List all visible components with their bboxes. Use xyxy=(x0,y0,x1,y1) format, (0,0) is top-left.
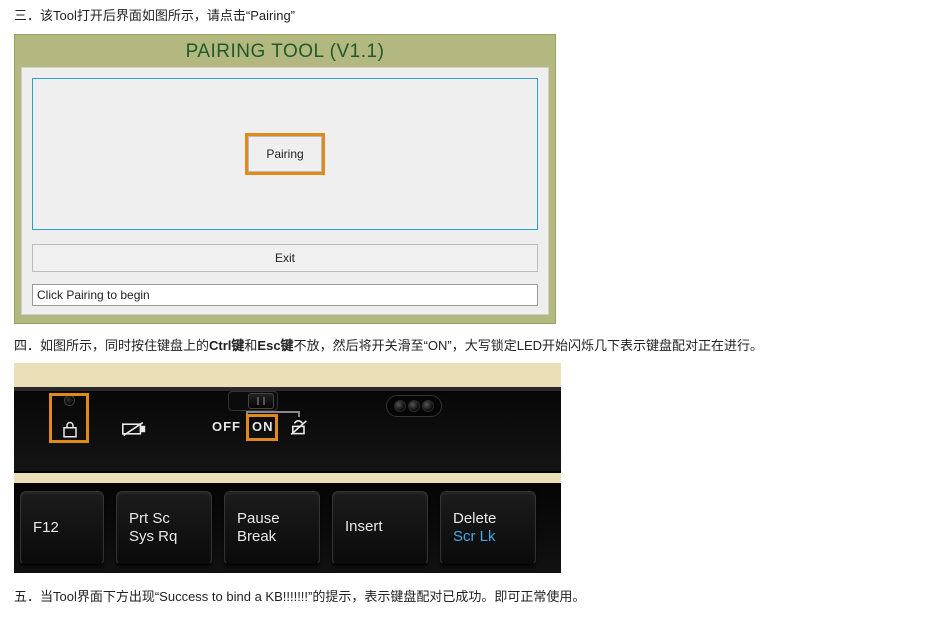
sensor-dots xyxy=(386,395,442,417)
exit-button[interactable]: Exit xyxy=(32,244,538,272)
keyboard-key-row: F12 Prt Sc Sys Rq Pause Break Insert Del… xyxy=(14,483,561,573)
keyboard-photo: OFF ON F12 Prt Sc Sys Rq Pause xyxy=(14,363,561,573)
status-text: Click Pairing to begin xyxy=(32,284,538,306)
step4-text: 四．如图所示，同时按住键盘上的Ctrl键和Esc键不放，然后将开关滑至“ON”，… xyxy=(14,336,926,356)
key-delete[interactable]: Delete Scr Lk xyxy=(440,491,536,565)
key-pause[interactable]: Pause Break xyxy=(224,491,320,565)
key-f12[interactable]: F12 xyxy=(20,491,104,565)
sensor-dot xyxy=(408,400,420,412)
key-insert[interactable]: Insert xyxy=(332,491,428,565)
step3-prefix: 三．该Tool打开后界面如图所示，请点击 xyxy=(14,8,246,23)
sensor-dot xyxy=(394,400,406,412)
wireless-off-icon xyxy=(290,420,310,439)
sensor-dot xyxy=(422,400,434,412)
pairing-button-highlight: Pairing xyxy=(245,133,325,175)
window-title: PAIRING TOOL (V1.1) xyxy=(15,35,555,67)
pairing-area: Pairing xyxy=(32,78,538,230)
keyboard-top-strip xyxy=(14,387,561,473)
off-label: OFF xyxy=(212,419,241,434)
pairing-button[interactable]: Pairing xyxy=(248,136,322,172)
power-slider-knob[interactable] xyxy=(248,393,274,409)
key-prtsc[interactable]: Prt Sc Sys Rq xyxy=(116,491,212,565)
window-client-area: Pairing Exit Click Pairing to begin xyxy=(21,67,549,315)
on-highlight-box xyxy=(246,414,278,441)
capslock-icon xyxy=(61,421,79,439)
step3-text: 三．该Tool打开后界面如图所示，请点击“Pairing” xyxy=(14,6,926,26)
pairing-tool-window: PAIRING TOOL (V1.1) Pairing Exit Click P… xyxy=(14,34,556,324)
battery-empty-icon xyxy=(122,421,146,440)
step5-text: 五．当Tool界面下方出现“Success to bind a KB!!!!!!… xyxy=(14,587,926,607)
